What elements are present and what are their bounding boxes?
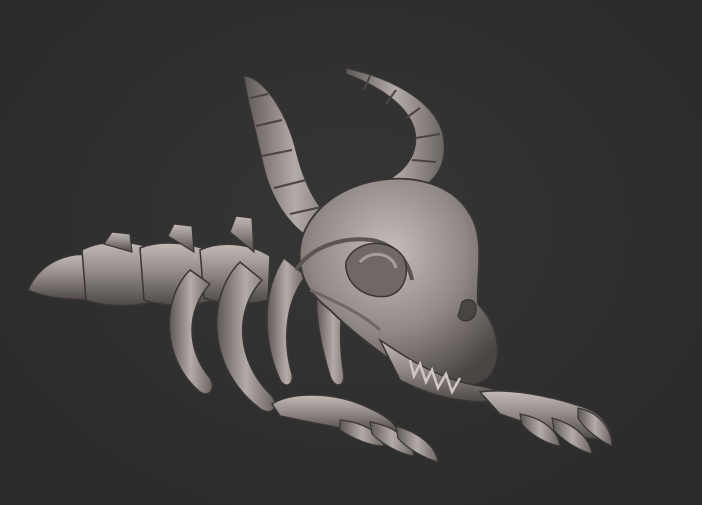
3d-viewport[interactable] — [0, 0, 702, 505]
dragon-skull — [294, 177, 501, 403]
front-claw-right — [478, 390, 613, 455]
right-horn — [345, 67, 446, 197]
front-claw-left — [270, 394, 439, 463]
sculpt-render — [27, 67, 613, 463]
